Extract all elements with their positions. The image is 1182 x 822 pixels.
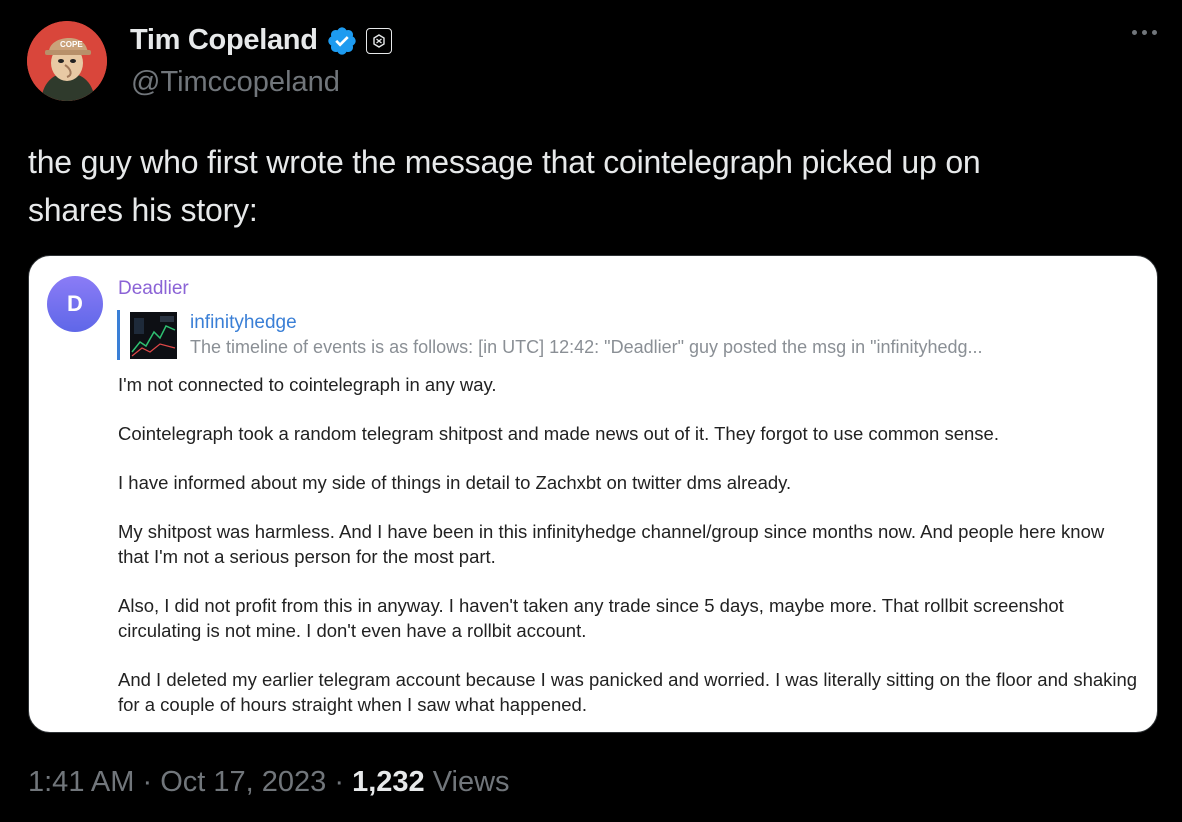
telegram-paragraph: I have informed about my side of things … (118, 472, 792, 493)
author-handle[interactable]: @Timccopeland (131, 66, 340, 99)
more-dot (1152, 30, 1157, 35)
telegram-paragraph: I'm not connected to cointelegraph in an… (118, 374, 497, 395)
telegram-reply-quote: infinityhedge The timeline of events is … (117, 310, 1127, 360)
tweet-meta: 1:41 AM · Oct 17, 2023 · 1,232 Views (28, 766, 510, 799)
avatar-hat-text: COPE (60, 40, 83, 49)
more-options-icon[interactable] (1132, 30, 1157, 35)
telegram-paragraph: Also, I did not profit from this in anyw… (118, 595, 1064, 641)
telegram-sender-name: Deadlier (118, 278, 189, 299)
author-display-name[interactable]: Tim Copeland (130, 24, 318, 57)
reply-snippet: The timeline of events is as follows: [i… (190, 337, 983, 357)
views-count: 1,232 (352, 766, 425, 798)
views-label: Views (432, 766, 510, 798)
meta-separator: · (142, 766, 153, 798)
telegram-message-body: I'm not connected to cointelegraph in an… (118, 372, 1138, 732)
tweet-date[interactable]: Oct 17, 2023 (160, 766, 326, 798)
affiliation-badge-icon[interactable] (365, 27, 392, 54)
tweet-text-line: shares his story: (28, 192, 258, 228)
telegram-paragraph: Cointelegraph took a random telegram shi… (118, 423, 999, 444)
reply-title: infinityhedge (190, 312, 297, 333)
tweet-text-line: the guy who first wrote the message that… (28, 144, 981, 180)
tweet-text: the guy who first wrote the message that… (28, 138, 1148, 234)
author-avatar[interactable]: COPE (27, 21, 107, 101)
telegram-paragraph: And I deleted my earlier telegram accoun… (118, 669, 1138, 715)
verified-badge-icon[interactable] (326, 25, 358, 57)
tweet-time[interactable]: 1:41 AM (28, 766, 134, 798)
more-dot (1132, 30, 1137, 35)
telegram-avatar: D (47, 276, 103, 332)
avatar-illustration: COPE (27, 21, 107, 101)
reply-thumbnail (130, 312, 177, 359)
meta-separator: · (334, 766, 344, 798)
telegram-paragraph: My shitpost was harmless. And I have bee… (118, 521, 1105, 567)
author-name-row: Tim Copeland (130, 24, 392, 57)
attached-image[interactable]: D Deadlier infinityhedge The timeline of… (28, 255, 1158, 733)
more-dot (1142, 30, 1147, 35)
